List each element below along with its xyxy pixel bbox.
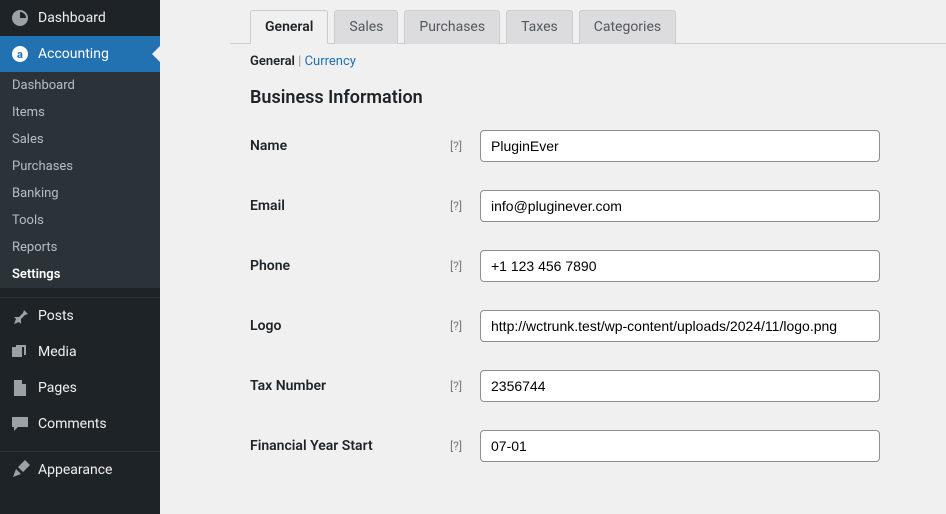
settings-tabs: GeneralSalesPurchasesTaxesCategories <box>230 10 946 44</box>
row-financial-year-start: Financial Year Start [?] <box>250 416 926 476</box>
media-icon <box>10 342 30 362</box>
accounting-icon: a <box>10 44 30 64</box>
appearance-icon <box>10 460 30 480</box>
help-icon[interactable]: [?] <box>450 139 480 153</box>
menu-dashboard-label: Dashboard <box>38 10 106 26</box>
row-email: Email [?] <box>250 176 926 236</box>
tab-sales[interactable]: Sales <box>334 10 398 44</box>
submenu-item-purchases[interactable]: Purchases <box>0 153 160 180</box>
menu-posts-label: Posts <box>38 308 74 324</box>
menu-appearance[interactable]: Appearance <box>0 452 160 488</box>
submenu-item-reports[interactable]: Reports <box>0 234 160 261</box>
row-logo: Logo [?] <box>250 296 926 356</box>
help-icon[interactable]: [?] <box>450 319 480 333</box>
admin-sidebar: Dashboard a Accounting DashboardItemsSal… <box>0 0 160 514</box>
menu-pages-label: Pages <box>38 380 77 396</box>
main-content: GeneralSalesPurchasesTaxesCategories Gen… <box>160 0 946 514</box>
submenu-item-settings[interactable]: Settings <box>0 261 160 288</box>
input-phone[interactable] <box>480 250 880 282</box>
help-icon[interactable]: [?] <box>450 439 480 453</box>
submenu-item-sales[interactable]: Sales <box>0 126 160 153</box>
input-tax-number[interactable] <box>480 370 880 402</box>
label-financial-year-start: Financial Year Start <box>250 438 450 454</box>
help-icon[interactable]: [?] <box>450 259 480 273</box>
settings-subnav: General | Currency <box>160 44 946 69</box>
settings-form: Name [?] Email [?] Phone [?] Logo [?] Ta… <box>160 116 946 476</box>
menu-dashboard[interactable]: Dashboard <box>0 0 160 36</box>
menu-posts[interactable]: Posts <box>0 298 160 334</box>
input-email[interactable] <box>480 190 880 222</box>
input-logo[interactable] <box>480 310 880 342</box>
dashboard-icon <box>10 8 30 28</box>
menu-accounting-label: Accounting <box>38 46 109 62</box>
label-email: Email <box>250 198 450 214</box>
input-name[interactable] <box>480 130 880 162</box>
tab-taxes[interactable]: Taxes <box>506 10 573 44</box>
menu-appearance-label: Appearance <box>38 462 112 478</box>
tab-purchases[interactable]: Purchases <box>404 10 500 44</box>
menu-accounting[interactable]: a Accounting <box>0 36 160 72</box>
menu-comments-label: Comments <box>38 416 107 432</box>
submenu-item-items[interactable]: Items <box>0 99 160 126</box>
label-logo: Logo <box>250 318 450 334</box>
subnav-currency[interactable]: Currency <box>305 54 356 69</box>
help-icon[interactable]: [?] <box>450 379 480 393</box>
menu-media-label: Media <box>38 344 77 360</box>
submenu-item-dashboard[interactable]: Dashboard <box>0 72 160 99</box>
row-name: Name [?] <box>250 116 926 176</box>
tab-categories[interactable]: Categories <box>579 10 676 44</box>
help-icon[interactable]: [?] <box>450 199 480 213</box>
submenu-item-tools[interactable]: Tools <box>0 207 160 234</box>
tab-general[interactable]: General <box>250 10 328 44</box>
menu-pages[interactable]: Pages <box>0 370 160 406</box>
svg-text:a: a <box>17 48 23 61</box>
label-tax-number: Tax Number <box>250 378 450 394</box>
label-name: Name <box>250 138 450 154</box>
subnav-general[interactable]: General <box>250 54 295 69</box>
row-phone: Phone [?] <box>250 236 926 296</box>
comments-icon <box>10 414 30 434</box>
submenu-item-banking[interactable]: Banking <box>0 180 160 207</box>
label-phone: Phone <box>250 258 450 274</box>
accounting-submenu: DashboardItemsSalesPurchasesBankingTools… <box>0 72 160 288</box>
pages-icon <box>10 378 30 398</box>
pin-icon <box>10 306 30 326</box>
input-financial-year-start[interactable] <box>480 430 880 462</box>
section-title: Business Information <box>160 69 946 116</box>
menu-media[interactable]: Media <box>0 334 160 370</box>
menu-comments[interactable]: Comments <box>0 406 160 442</box>
row-tax-number: Tax Number [?] <box>250 356 926 416</box>
